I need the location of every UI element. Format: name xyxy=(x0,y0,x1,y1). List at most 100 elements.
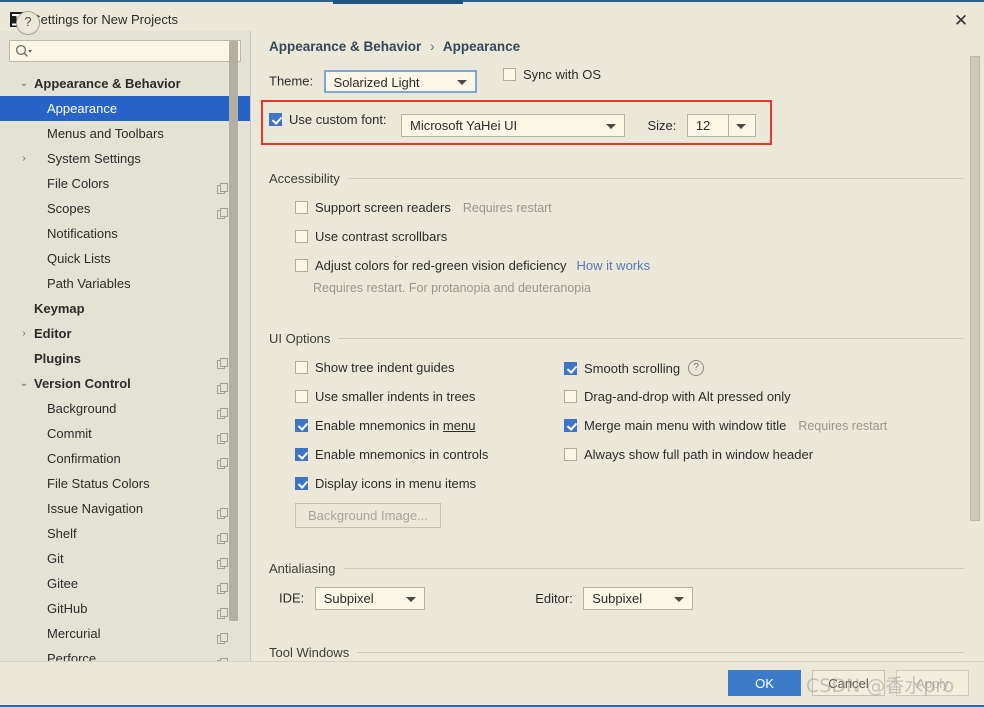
sidebar-item-label: Shelf xyxy=(47,526,77,541)
sidebar-item-commit[interactable]: Commit xyxy=(0,421,250,446)
sidebar-item-file-colors[interactable]: File Colors xyxy=(0,171,250,196)
sidebar-item-path-variables[interactable]: Path Variables xyxy=(0,271,250,296)
checkbox-box xyxy=(295,201,308,214)
sidebar-item-scopes[interactable]: Scopes xyxy=(0,196,250,221)
sidebar-item-issue-navigation[interactable]: Issue Navigation xyxy=(0,496,250,521)
accessibility-group-header: Accessibility xyxy=(269,171,964,186)
apply-button[interactable]: Apply xyxy=(896,670,969,696)
custom-font-value: Microsoft YaHei UI xyxy=(410,118,518,133)
sidebar-item-menus-and-toolbars[interactable]: Menus and Toolbars xyxy=(0,121,250,146)
copy-settings-icon[interactable] xyxy=(217,652,228,661)
settings-dialog: Settings for New Projects ✕ ⌄ Appearance … xyxy=(0,0,984,707)
sidebar-item-perforce[interactable]: Perforce xyxy=(0,646,250,661)
support-screen-readers-checkbox[interactable]: Support screen readers Requires restart xyxy=(295,200,552,215)
antialiasing-title: Antialiasing xyxy=(269,561,336,576)
ide-antialiasing-value: Subpixel xyxy=(323,591,374,606)
merge-main-menu-checkbox[interactable]: Merge main menu with window title Requir… xyxy=(564,418,887,433)
sidebar-item-appearance[interactable]: Appearance xyxy=(0,96,250,121)
chevron-right-icon[interactable]: › xyxy=(18,321,30,346)
sidebar-item-git[interactable]: Git xyxy=(0,546,250,571)
sidebar-item-label: Perforce xyxy=(47,651,97,661)
enable-mnemonics-controls-checkbox[interactable]: Enable mnemonics in controls xyxy=(295,447,488,462)
checkbox-box xyxy=(295,390,308,403)
display-icons-menu-items-label: Display icons in menu items xyxy=(315,476,477,491)
sidebar-item-label: File Status Colors xyxy=(47,476,150,491)
sidebar-item-plugins[interactable]: Plugins xyxy=(0,346,250,371)
content-scrollbar-thumb[interactable] xyxy=(970,56,980,521)
use-smaller-indents-label: Use smaller indents in trees xyxy=(315,389,476,404)
window-title: Settings for New Projects xyxy=(32,12,178,27)
font-size-value: 12 xyxy=(695,118,711,133)
display-icons-menu-items-checkbox[interactable]: Display icons in menu items xyxy=(295,476,476,491)
custom-font-select[interactable]: Microsoft YaHei UI xyxy=(401,114,625,137)
protanopia-note: Requires restart. For protanopia and deu… xyxy=(313,281,591,295)
accessibility-title: Accessibility xyxy=(269,171,340,186)
sidebar-item-mercurial[interactable]: Mercurial xyxy=(0,621,250,646)
background-window-edge xyxy=(0,0,984,2)
sidebar-item-label: Appearance xyxy=(47,101,118,116)
sidebar-item-github[interactable]: GitHub xyxy=(0,596,250,621)
close-icon[interactable]: ✕ xyxy=(950,9,972,31)
use-custom-font-checkbox[interactable]: Use custom font: xyxy=(269,112,387,127)
ok-button[interactable]: OK xyxy=(728,670,801,696)
sidebar-item-keymap[interactable]: Keymap xyxy=(0,296,250,321)
help-button[interactable]: ? xyxy=(16,11,40,35)
use-contrast-scrollbars-checkbox[interactable]: Use contrast scrollbars xyxy=(295,229,447,244)
sidebar-item-appearance-behavior[interactable]: ⌄ Appearance & Behavior xyxy=(0,71,250,96)
checkbox-box xyxy=(295,230,308,243)
chevron-down-icon[interactable]: ⌄ xyxy=(18,71,30,96)
sidebar-item-label: System Settings xyxy=(47,151,141,166)
always-show-full-path-checkbox[interactable]: Always show full path in window header xyxy=(564,447,813,462)
sync-with-os-checkbox[interactable]: Sync with OS xyxy=(502,66,602,82)
enable-mnemonics-controls-label: Enable mnemonics in controls xyxy=(315,447,489,462)
use-smaller-indents-checkbox[interactable]: Use smaller indents in trees xyxy=(295,389,475,404)
search-input[interactable] xyxy=(36,43,240,62)
sidebar-item-editor[interactable]: › Editor xyxy=(0,321,250,346)
divider xyxy=(347,178,964,179)
breadcrumb-root[interactable]: Appearance & Behavior xyxy=(269,39,421,54)
editor-antialiasing-select[interactable]: Subpixel xyxy=(583,587,694,610)
chevron-down-icon xyxy=(456,79,467,85)
settings-tree: ⌄ Appearance & Behavior Appearance Menus an… xyxy=(0,71,250,661)
cancel-button[interactable]: Cancel xyxy=(812,670,885,696)
how-it-works-link[interactable]: How it works xyxy=(576,258,650,273)
theme-select[interactable]: Solarized Light xyxy=(323,70,477,93)
enable-mnemonics-menu-label: Enable mnemonics in menu xyxy=(315,418,476,433)
chevron-down-icon[interactable]: ⌄ xyxy=(18,371,30,396)
sync-with-os-label: Sync with OS xyxy=(522,66,602,82)
sidebar-item-background[interactable]: Background xyxy=(0,396,250,421)
adjust-colors-checkbox[interactable]: Adjust colors for red-green vision defic… xyxy=(295,258,650,273)
sidebar-item-file-status-colors[interactable]: File Status Colors xyxy=(0,471,250,496)
font-size-dropdown-button[interactable] xyxy=(727,114,756,137)
drag-and-drop-alt-label: Drag-and-drop with Alt pressed only xyxy=(584,389,791,404)
ui-options-group-header: UI Options xyxy=(269,331,964,346)
chevron-down-icon xyxy=(674,596,685,602)
sidebar-item-confirmation[interactable]: Confirmation xyxy=(0,446,250,471)
sidebar-scrollbar-track[interactable] xyxy=(229,31,244,661)
smooth-scrolling-checkbox[interactable]: Smooth scrolling ? xyxy=(564,360,705,376)
sidebar-item-label: Confirmation xyxy=(47,451,121,466)
ide-antialiasing-select[interactable]: Subpixel xyxy=(314,587,425,610)
sidebar-item-gitee[interactable]: Gitee xyxy=(0,571,250,596)
font-size-input[interactable]: 12 xyxy=(686,114,728,137)
sidebar-item-quick-lists[interactable]: Quick Lists xyxy=(0,246,250,271)
help-circle-icon[interactable]: ? xyxy=(688,360,705,376)
checkbox-box xyxy=(295,419,308,432)
sidebar-item-label: Editor xyxy=(34,326,72,341)
enable-mnemonics-menu-checkbox[interactable]: Enable mnemonics in menu xyxy=(295,418,475,433)
sidebar-item-label: Mercurial xyxy=(47,626,101,641)
chevron-down-icon xyxy=(735,123,746,129)
show-tree-indent-guides-checkbox[interactable]: Show tree indent guides xyxy=(295,360,454,375)
sidebar-item-version-control[interactable]: ⌄ Version Control xyxy=(0,371,250,396)
drag-and-drop-alt-checkbox[interactable]: Drag-and-drop with Alt pressed only xyxy=(564,389,791,404)
sidebar-item-system-settings[interactable]: › System Settings xyxy=(0,146,250,171)
sidebar-item-shelf[interactable]: Shelf xyxy=(0,521,250,546)
sidebar-scrollbar-thumb[interactable] xyxy=(229,41,238,621)
sidebar-item-label: Issue Navigation xyxy=(47,501,144,516)
sidebar-item-notifications[interactable]: Notifications xyxy=(0,221,250,246)
sidebar-item-label: Keymap xyxy=(34,301,85,316)
background-image-button[interactable]: Background Image... xyxy=(295,503,441,528)
sidebar-item-label: File Colors xyxy=(47,176,110,191)
chevron-right-icon[interactable]: › xyxy=(18,146,30,171)
sidebar-search-box[interactable] xyxy=(9,40,241,62)
